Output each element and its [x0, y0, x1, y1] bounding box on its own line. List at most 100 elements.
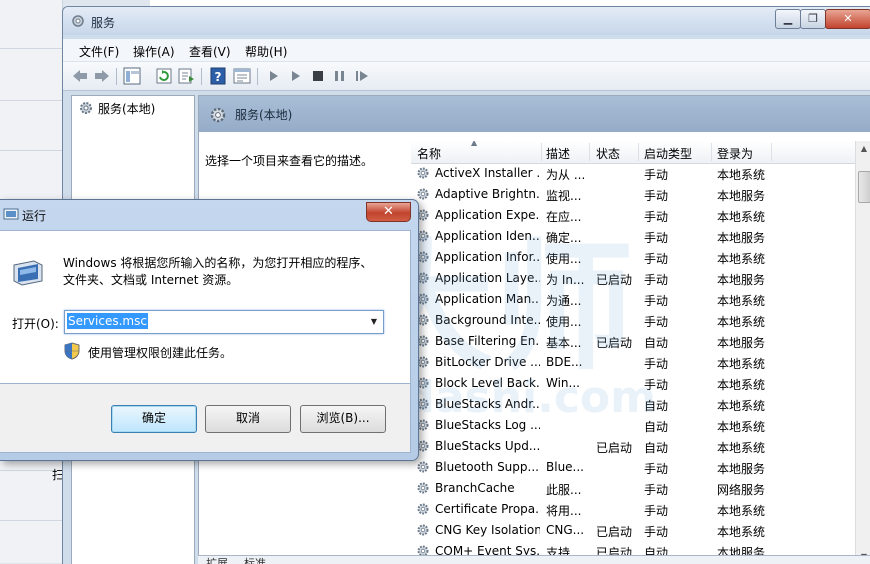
back-arrow-icon[interactable] [71, 67, 89, 85]
ok-button[interactable]: 确定 [111, 405, 197, 433]
menu-view[interactable]: 查看(V) [189, 43, 231, 60]
service-log-on-as: 本地系统 [717, 420, 766, 434]
menu-file[interactable]: 文件(F) [79, 43, 119, 60]
menu-bar: 文件(F) 操作(A) 查看(V) 帮助(H) [63, 39, 870, 62]
gear-icon [417, 482, 429, 494]
service-log-on-as: 本地服务 [717, 336, 766, 350]
table-row[interactable]: Certificate Propa... 将用... 手动 本地系统 [411, 499, 856, 520]
table-row[interactable]: BranchCache 此服... 手动 网络服务 [411, 478, 856, 499]
help-icon[interactable]: ? [209, 67, 227, 85]
service-startup-type: 手动 [644, 189, 669, 203]
uac-shield-icon [64, 342, 80, 360]
service-startup-type: 自动 [644, 441, 669, 455]
close-button[interactable]: ✕ [825, 9, 870, 29]
panel-header: 服务(本地) [199, 96, 870, 132]
tree-item-label: 服务(本地) [98, 102, 156, 116]
table-row[interactable]: ActiveX Installer ... 为从 ... 手动 本地系统 [411, 163, 856, 184]
column-description[interactable]: 描述 [546, 145, 570, 162]
run-dialog-title: 运行 [22, 209, 47, 223]
scroll-up-icon[interactable]: ▲ [856, 141, 870, 157]
column-headers: 名称 ▲ 描述 状态 启动类型 登录为 [411, 141, 870, 164]
pause-service-icon[interactable] [331, 67, 349, 85]
column-name[interactable]: 名称 [417, 145, 441, 162]
service-startup-type: 手动 [644, 294, 669, 308]
refresh-icon[interactable] [155, 67, 173, 85]
svg-text:?: ? [215, 70, 222, 84]
gear-icon [210, 107, 226, 123]
toolbar-separator [116, 68, 117, 85]
run-dialog-footer: 确定 取消 浏览(B)... [0, 384, 411, 453]
start-service-alt-icon[interactable] [287, 67, 305, 85]
service-startup-type: 手动 [644, 504, 669, 518]
gear-icon [80, 102, 92, 114]
service-log-on-as: 本地系统 [717, 357, 766, 371]
chevron-down-icon[interactable]: ▼ [365, 311, 383, 333]
service-log-on-as: 本地系统 [717, 399, 766, 413]
service-log-on-as: 本地系统 [717, 252, 766, 266]
service-log-on-as: 本地服务 [717, 189, 766, 203]
service-description: CNG... [546, 523, 585, 537]
export-list-icon[interactable] [177, 67, 195, 85]
admin-note: 使用管理权限创建此任务。 [88, 346, 233, 360]
service-description: 此服... [546, 483, 582, 497]
service-startup-type: 手动 [644, 273, 669, 287]
scrollbar-thumb[interactable] [858, 171, 870, 203]
service-name: BranchCache [435, 481, 515, 495]
service-log-on-as: 本地系统 [717, 378, 766, 392]
service-startup-type: 手动 [644, 168, 669, 182]
service-name: CNG Key Isolation [435, 523, 540, 537]
restart-service-icon[interactable] [353, 67, 371, 85]
service-name: BlueStacks Upd... [435, 439, 540, 453]
browse-button[interactable]: 浏览(B)... [300, 405, 386, 433]
run-dialog: 运行 ✕ Windows 将根据您所输入的名称，为您打开相应的程序、 文件夹、文… [0, 199, 419, 461]
minimize-button[interactable]: ▁ [775, 9, 801, 29]
tree-item-services-local[interactable]: 服务(本地) [78, 100, 155, 117]
column-status[interactable]: 状态 [596, 145, 620, 162]
service-log-on-as: 本地系统 [717, 210, 766, 224]
menu-action[interactable]: 操作(A) [133, 43, 175, 60]
open-combobox[interactable]: Services.msc ▼ [64, 310, 384, 334]
column-log-on-as[interactable]: 登录为 [717, 145, 753, 162]
services-app-icon [72, 15, 84, 27]
service-log-on-as: 本地服务 [717, 231, 766, 245]
toolbar-separator [201, 68, 202, 85]
service-startup-type: 手动 [644, 315, 669, 329]
menu-help[interactable]: 帮助(H) [245, 43, 287, 60]
service-status: 已启动 [596, 525, 633, 539]
open-label: 打开(O): [12, 317, 59, 331]
forward-arrow-icon[interactable] [93, 67, 111, 85]
window-title: 服务 [91, 16, 116, 30]
table-row[interactable]: Bluetooth Supp... Blue... 手动 本地服务 [411, 457, 856, 478]
service-log-on-as: 本地系统 [717, 294, 766, 308]
run-program-icon [13, 260, 43, 286]
toolbar-separator [257, 68, 258, 85]
cancel-button[interactable]: 取消 [205, 405, 291, 433]
service-log-on-as: 本地系统 [717, 168, 766, 182]
sort-arrow-icon: ▲ [471, 141, 478, 147]
service-startup-type: 手动 [644, 210, 669, 224]
start-service-icon[interactable] [265, 67, 283, 85]
service-name: ActiveX Installer ... [435, 166, 540, 180]
properties-icon[interactable] [233, 67, 251, 85]
service-name: Certificate Propa... [435, 502, 540, 516]
table-row[interactable]: BlueStacks Upd... 已启动 自动 本地系统 [411, 436, 856, 457]
service-startup-type: 手动 [644, 462, 669, 476]
service-description: 将用... [546, 504, 582, 518]
service-description: Blue... [546, 460, 584, 474]
service-name: Bluetooth Supp... [435, 460, 539, 474]
service-log-on-as: 本地系统 [717, 504, 766, 518]
run-dialog-body: Windows 将根据您所输入的名称，为您打开相应的程序、 文件夹、文档或 In… [0, 230, 411, 384]
open-input-value[interactable]: Services.msc [67, 313, 148, 329]
run-app-icon [3, 208, 19, 220]
show-hide-console-tree-icon[interactable] [123, 67, 141, 85]
vertical-scrollbar[interactable]: ▲ ▼ [855, 141, 870, 564]
stop-service-icon[interactable] [309, 67, 327, 85]
table-row[interactable]: CNG Key Isolation CNG... 已启动 手动 本地系统 [411, 520, 856, 541]
gear-icon [417, 461, 429, 473]
run-description-line2: 文件夹、文档或 Internet 资源。 [63, 273, 239, 287]
gear-icon [417, 524, 429, 536]
column-startup-type[interactable]: 启动类型 [644, 145, 692, 162]
close-button[interactable]: ✕ [366, 202, 411, 222]
services-titlebar[interactable]: 服务 ▁ ❐ ✕ [63, 7, 870, 35]
restore-button[interactable]: ❐ [800, 9, 826, 29]
